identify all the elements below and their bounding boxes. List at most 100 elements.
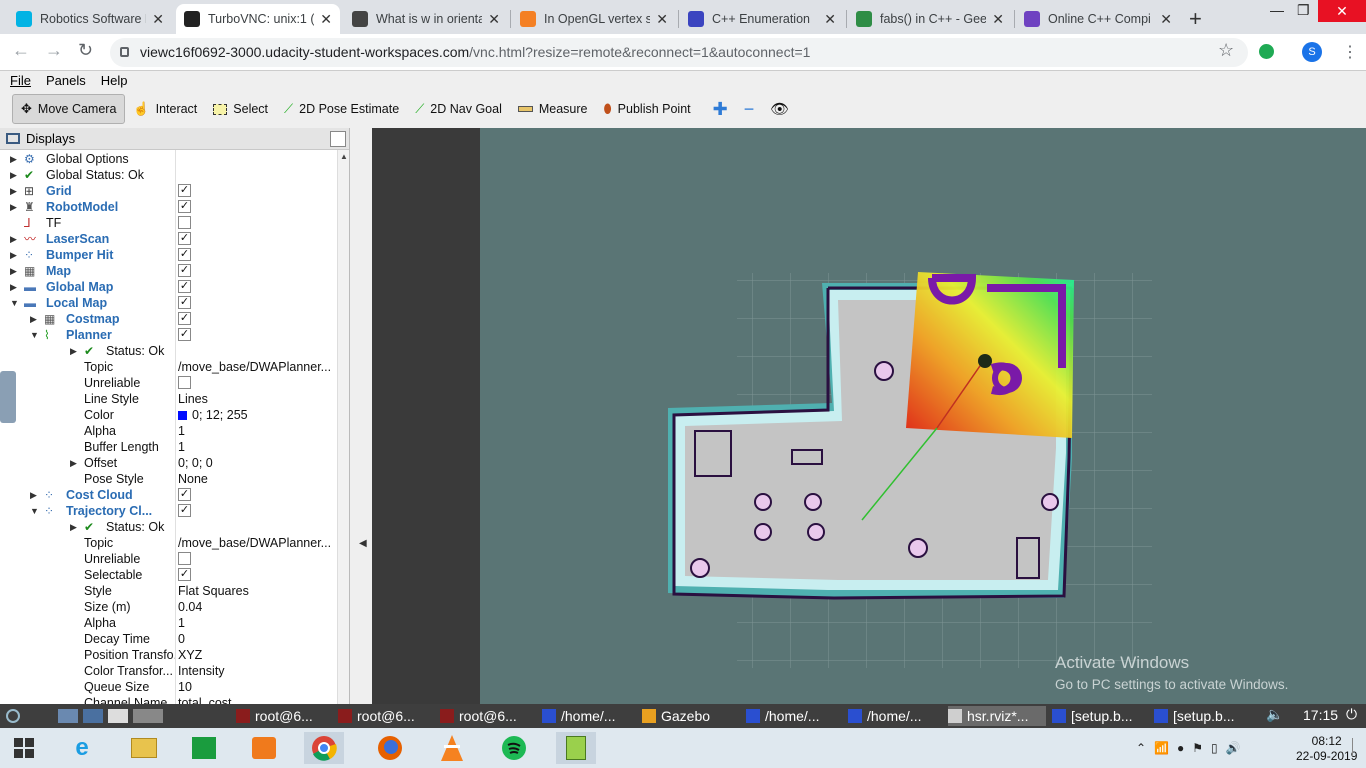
property-value[interactable]: /move_base/DWAPlanner... bbox=[178, 535, 336, 551]
tree-row[interactable]: Color 0; 12; 255 bbox=[0, 407, 336, 423]
expand-right-icon[interactable]: ▶ bbox=[70, 519, 77, 535]
chrome-icon[interactable] bbox=[304, 732, 344, 764]
close-tab-icon[interactable]: ✕ bbox=[1160, 11, 1172, 28]
visibility-checkbox[interactable]: ✓ bbox=[178, 264, 191, 277]
vnc-launchers[interactable] bbox=[58, 706, 168, 726]
vnc-task-button[interactable]: /home/... bbox=[542, 706, 634, 726]
network-icon[interactable]: 📶 bbox=[1154, 741, 1169, 755]
system-clock[interactable]: 08:12 22-09-2019 bbox=[1296, 734, 1357, 764]
property-value[interactable]: None bbox=[178, 471, 336, 487]
add-tool-button[interactable]: ✚ bbox=[705, 94, 736, 124]
menu-file[interactable]: File bbox=[0, 73, 36, 88]
expand-right-icon[interactable]: ▶ bbox=[10, 279, 17, 295]
tree-row[interactable]: ▼ ⌇ Planner ✓ bbox=[0, 327, 336, 343]
vnc-task-button[interactable]: Gazebo bbox=[642, 706, 738, 726]
browser-menu-icon[interactable]: ⋮ bbox=[1342, 42, 1358, 62]
tree-row[interactable]: ▶ ▬ Global Map ✓ bbox=[0, 279, 336, 295]
tree-row[interactable]: Pose Style None bbox=[0, 471, 336, 487]
tree-row[interactable]: Channel Name total_cost bbox=[0, 695, 336, 704]
media-player-icon[interactable] bbox=[244, 732, 284, 764]
menu-help[interactable]: Help bbox=[91, 73, 133, 88]
expand-down-icon[interactable]: ▼ bbox=[10, 295, 19, 311]
reload-button[interactable]: ↻ bbox=[78, 40, 93, 61]
close-tab-icon[interactable]: ✕ bbox=[824, 11, 836, 28]
back-button[interactable]: ← bbox=[12, 40, 30, 61]
windows-start-icon[interactable] bbox=[4, 732, 44, 764]
lock-icon[interactable] bbox=[120, 47, 129, 57]
tree-row[interactable]: Unreliable bbox=[0, 375, 336, 391]
vnc-task-button[interactable]: /home/... bbox=[848, 706, 944, 726]
tree-row[interactable]: Alpha 1 bbox=[0, 423, 336, 439]
internet-explorer-icon[interactable]: e bbox=[62, 732, 102, 764]
spotify-icon[interactable] bbox=[494, 732, 534, 764]
tree-row[interactable]: Line Style Lines bbox=[0, 391, 336, 407]
expand-right-icon[interactable]: ▶ bbox=[30, 311, 37, 327]
property-value[interactable]: 1 bbox=[178, 439, 336, 455]
side-dock-handle[interactable] bbox=[0, 371, 16, 423]
restore-button[interactable]: ❐ bbox=[1297, 2, 1310, 19]
expand-right-icon[interactable]: ▶ bbox=[30, 487, 37, 503]
vnc-task-button[interactable]: /home/... bbox=[746, 706, 842, 726]
tree-row[interactable]: Unreliable bbox=[0, 551, 336, 567]
close-tab-icon[interactable]: ✕ bbox=[656, 11, 668, 28]
tool-interact[interactable]: ☝ Interact bbox=[125, 94, 205, 124]
tree-row[interactable]: Decay Time 0 bbox=[0, 631, 336, 647]
expand-right-icon[interactable]: ▶ bbox=[70, 343, 77, 359]
visibility-checkbox[interactable]: ✓ bbox=[178, 328, 191, 341]
property-value[interactable]: Intensity bbox=[178, 663, 336, 679]
tree-row[interactable]: ▶ ⁘ Bumper Hit ✓ bbox=[0, 247, 336, 263]
visibility-checkbox[interactable]: ✓ bbox=[178, 296, 191, 309]
chevron-up-icon[interactable]: ⌃ bbox=[1136, 741, 1146, 755]
visibility-checkbox[interactable] bbox=[178, 552, 191, 565]
profile-avatar[interactable]: S bbox=[1302, 42, 1322, 62]
new-tab-button[interactable]: + bbox=[1189, 6, 1202, 32]
tree-row[interactable]: ⅃ TF bbox=[0, 215, 336, 231]
visibility-checkbox[interactable]: ✓ bbox=[178, 312, 191, 325]
visibility-checkbox[interactable]: ✓ bbox=[178, 184, 191, 197]
visibility-checkbox[interactable]: ✓ bbox=[178, 200, 191, 213]
show-desktop-button[interactable] bbox=[1352, 738, 1364, 756]
vnc-task-button[interactable]: [setup.b... bbox=[1052, 706, 1148, 726]
browser-tab[interactable]: fabs() in C++ - Gee ✕ bbox=[848, 4, 1012, 34]
menu-panels[interactable]: Panels bbox=[36, 73, 91, 88]
collapse-arrow-icon[interactable]: ◀ bbox=[359, 538, 367, 549]
tree-row[interactable]: ▶ ▦ Costmap ✓ bbox=[0, 311, 336, 327]
close-tab-icon[interactable]: ✕ bbox=[992, 11, 1004, 28]
tree-row[interactable]: Position Transfo... XYZ bbox=[0, 647, 336, 663]
tree-row[interactable]: ▶ ⚙ Global Options bbox=[0, 151, 336, 167]
property-value[interactable]: Flat Squares bbox=[178, 583, 336, 599]
property-value[interactable]: XYZ bbox=[178, 647, 336, 663]
property-value[interactable]: Lines bbox=[178, 391, 336, 407]
property-value[interactable]: 0.04 bbox=[178, 599, 336, 615]
visibility-checkbox[interactable] bbox=[178, 376, 191, 389]
phone-icon[interactable]: ▯ bbox=[1211, 741, 1218, 755]
property-value[interactable]: 0; 12; 255 bbox=[178, 407, 336, 423]
forward-button[interactable]: → bbox=[45, 40, 63, 61]
vnc-task-button[interactable]: root@6... bbox=[236, 706, 332, 726]
visibility-checkbox[interactable]: ✓ bbox=[178, 280, 191, 293]
battery-icon[interactable]: ● bbox=[1177, 741, 1184, 755]
notepad-plus-icon[interactable] bbox=[556, 732, 596, 764]
scroll-up-icon[interactable]: ▲ bbox=[340, 152, 348, 161]
displays-scrollbar[interactable]: ▲ bbox=[337, 150, 349, 704]
property-value[interactable]: 0 bbox=[178, 631, 336, 647]
browser-tab[interactable]: In OpenGL vertex sh ✕ bbox=[512, 4, 676, 34]
vnc-task-button[interactable]: [setup.b... bbox=[1154, 706, 1250, 726]
tool-publish-point[interactable]: ⬮ Publish Point bbox=[596, 94, 699, 124]
expand-right-icon[interactable]: ▶ bbox=[10, 167, 17, 183]
expand-right-icon[interactable]: ▶ bbox=[10, 151, 17, 167]
tree-row[interactable]: ▼ ⁘ Trajectory Cl... ✓ bbox=[0, 503, 336, 519]
expand-right-icon[interactable]: ▶ bbox=[10, 247, 17, 263]
vlc-icon[interactable] bbox=[432, 732, 472, 764]
tree-row[interactable]: ▶ ✔ Status: Ok bbox=[0, 519, 336, 535]
tree-row[interactable]: ▶ ♜ RobotModel ✓ bbox=[0, 199, 336, 215]
tree-row[interactable]: Queue Size 10 bbox=[0, 679, 336, 695]
file-explorer-icon[interactable] bbox=[124, 732, 164, 764]
tree-row[interactable]: ▶ ✔ Global Status: Ok bbox=[0, 167, 336, 183]
tree-row[interactable]: Size (m) 0.04 bbox=[0, 599, 336, 615]
expand-right-icon[interactable]: ▶ bbox=[70, 455, 77, 471]
remove-tool-button[interactable]: − bbox=[736, 94, 763, 124]
tree-row[interactable]: Alpha 1 bbox=[0, 615, 336, 631]
power-icon[interactable]: ⏻ bbox=[1346, 706, 1357, 723]
expand-right-icon[interactable]: ▶ bbox=[10, 231, 17, 247]
